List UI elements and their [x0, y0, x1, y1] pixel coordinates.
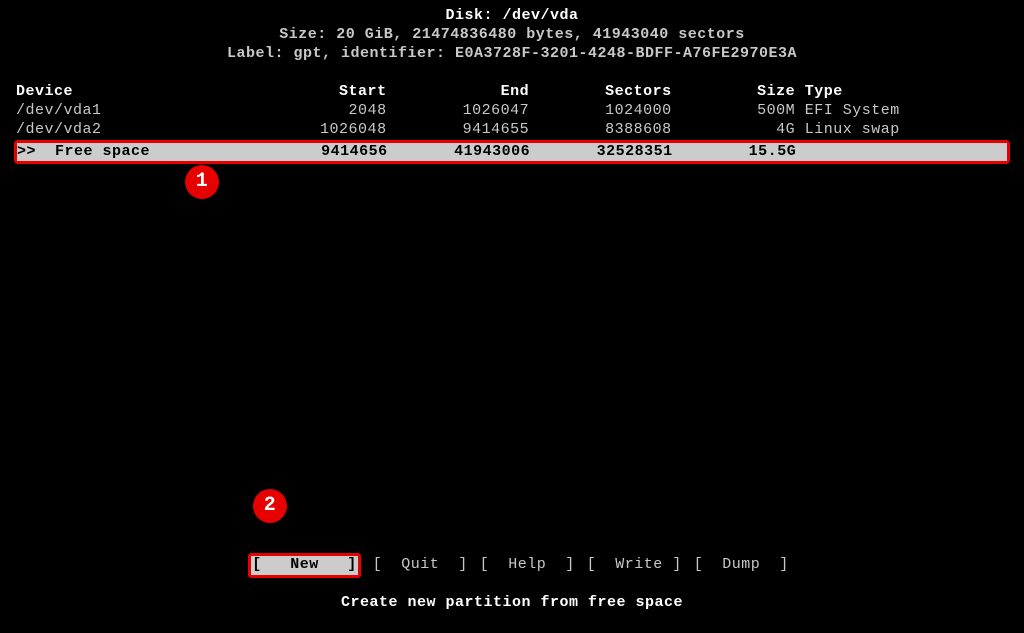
col-start: Start	[273, 83, 387, 100]
cell-device: /dev/vda1	[16, 102, 273, 119]
cell-type: EFI System	[805, 102, 900, 119]
annotation-callout-1: 1	[185, 165, 219, 199]
sel-indicator: >>	[17, 143, 46, 160]
cell-sectors: 8388608	[529, 121, 672, 138]
col-end: End	[387, 83, 530, 100]
column-headers: Device Start End Sectors Size Type	[0, 83, 1024, 102]
cell-size: 500M	[672, 102, 796, 119]
selected-row-highlight: >> Free space 9414656 41943006 32528351 …	[14, 140, 1010, 165]
partition-list: /dev/vda1 2048 1026047 1024000 500M EFI …	[0, 102, 1024, 140]
action-new-highlight: [ New ]	[248, 553, 361, 578]
disk-size-line: Size: 20 GiB, 21474836480 bytes, 4194304…	[0, 26, 1024, 45]
cell-end: 9414655	[387, 121, 530, 138]
action-new[interactable]: [ New ]	[251, 556, 358, 575]
col-device: Device	[16, 83, 273, 100]
cell-start: 1026048	[273, 121, 387, 138]
disk-title: Disk: /dev/vda	[0, 7, 1024, 26]
col-type: Type	[805, 83, 919, 100]
disk-label-line: Label: gpt, identifier: E0A3728F-3201-42…	[0, 45, 1024, 64]
col-size: Size	[672, 83, 796, 100]
action-dump[interactable]: [ Dump ]	[688, 556, 795, 575]
action-write[interactable]: [ Write ]	[581, 556, 688, 575]
col-sectors: Sectors	[529, 83, 672, 100]
partition-row-selected[interactable]: >> Free space 9414656 41943006 32528351 …	[17, 143, 1007, 162]
cell-size: 4G	[672, 121, 796, 138]
action-help[interactable]: [ Help ]	[474, 556, 581, 575]
annotation-callout-2: 2	[253, 489, 287, 523]
cell-end: 41943006	[388, 143, 531, 160]
hint-text: Create new partition from free space	[0, 594, 1024, 613]
cell-end: 1026047	[387, 102, 530, 119]
cell-sectors: 1024000	[529, 102, 672, 119]
partition-row[interactable]: /dev/vda1 2048 1026047 1024000 500M EFI …	[0, 102, 1024, 121]
cell-device: Free space	[55, 143, 274, 160]
action-bar: [ New ] [ Quit ][ Help ][ Write ][ Dump ]	[0, 535, 1024, 579]
cell-type: Linux swap	[805, 121, 900, 138]
partition-row[interactable]: /dev/vda2 1026048 9414655 8388608 4G Lin…	[0, 121, 1024, 140]
cell-sectors: 32528351	[530, 143, 673, 160]
cell-start: 2048	[273, 102, 387, 119]
cell-size: 15.5G	[673, 143, 797, 160]
action-quit[interactable]: [ Quit ]	[367, 556, 474, 575]
cell-device: /dev/vda2	[16, 121, 273, 138]
cell-start: 9414656	[274, 143, 388, 160]
